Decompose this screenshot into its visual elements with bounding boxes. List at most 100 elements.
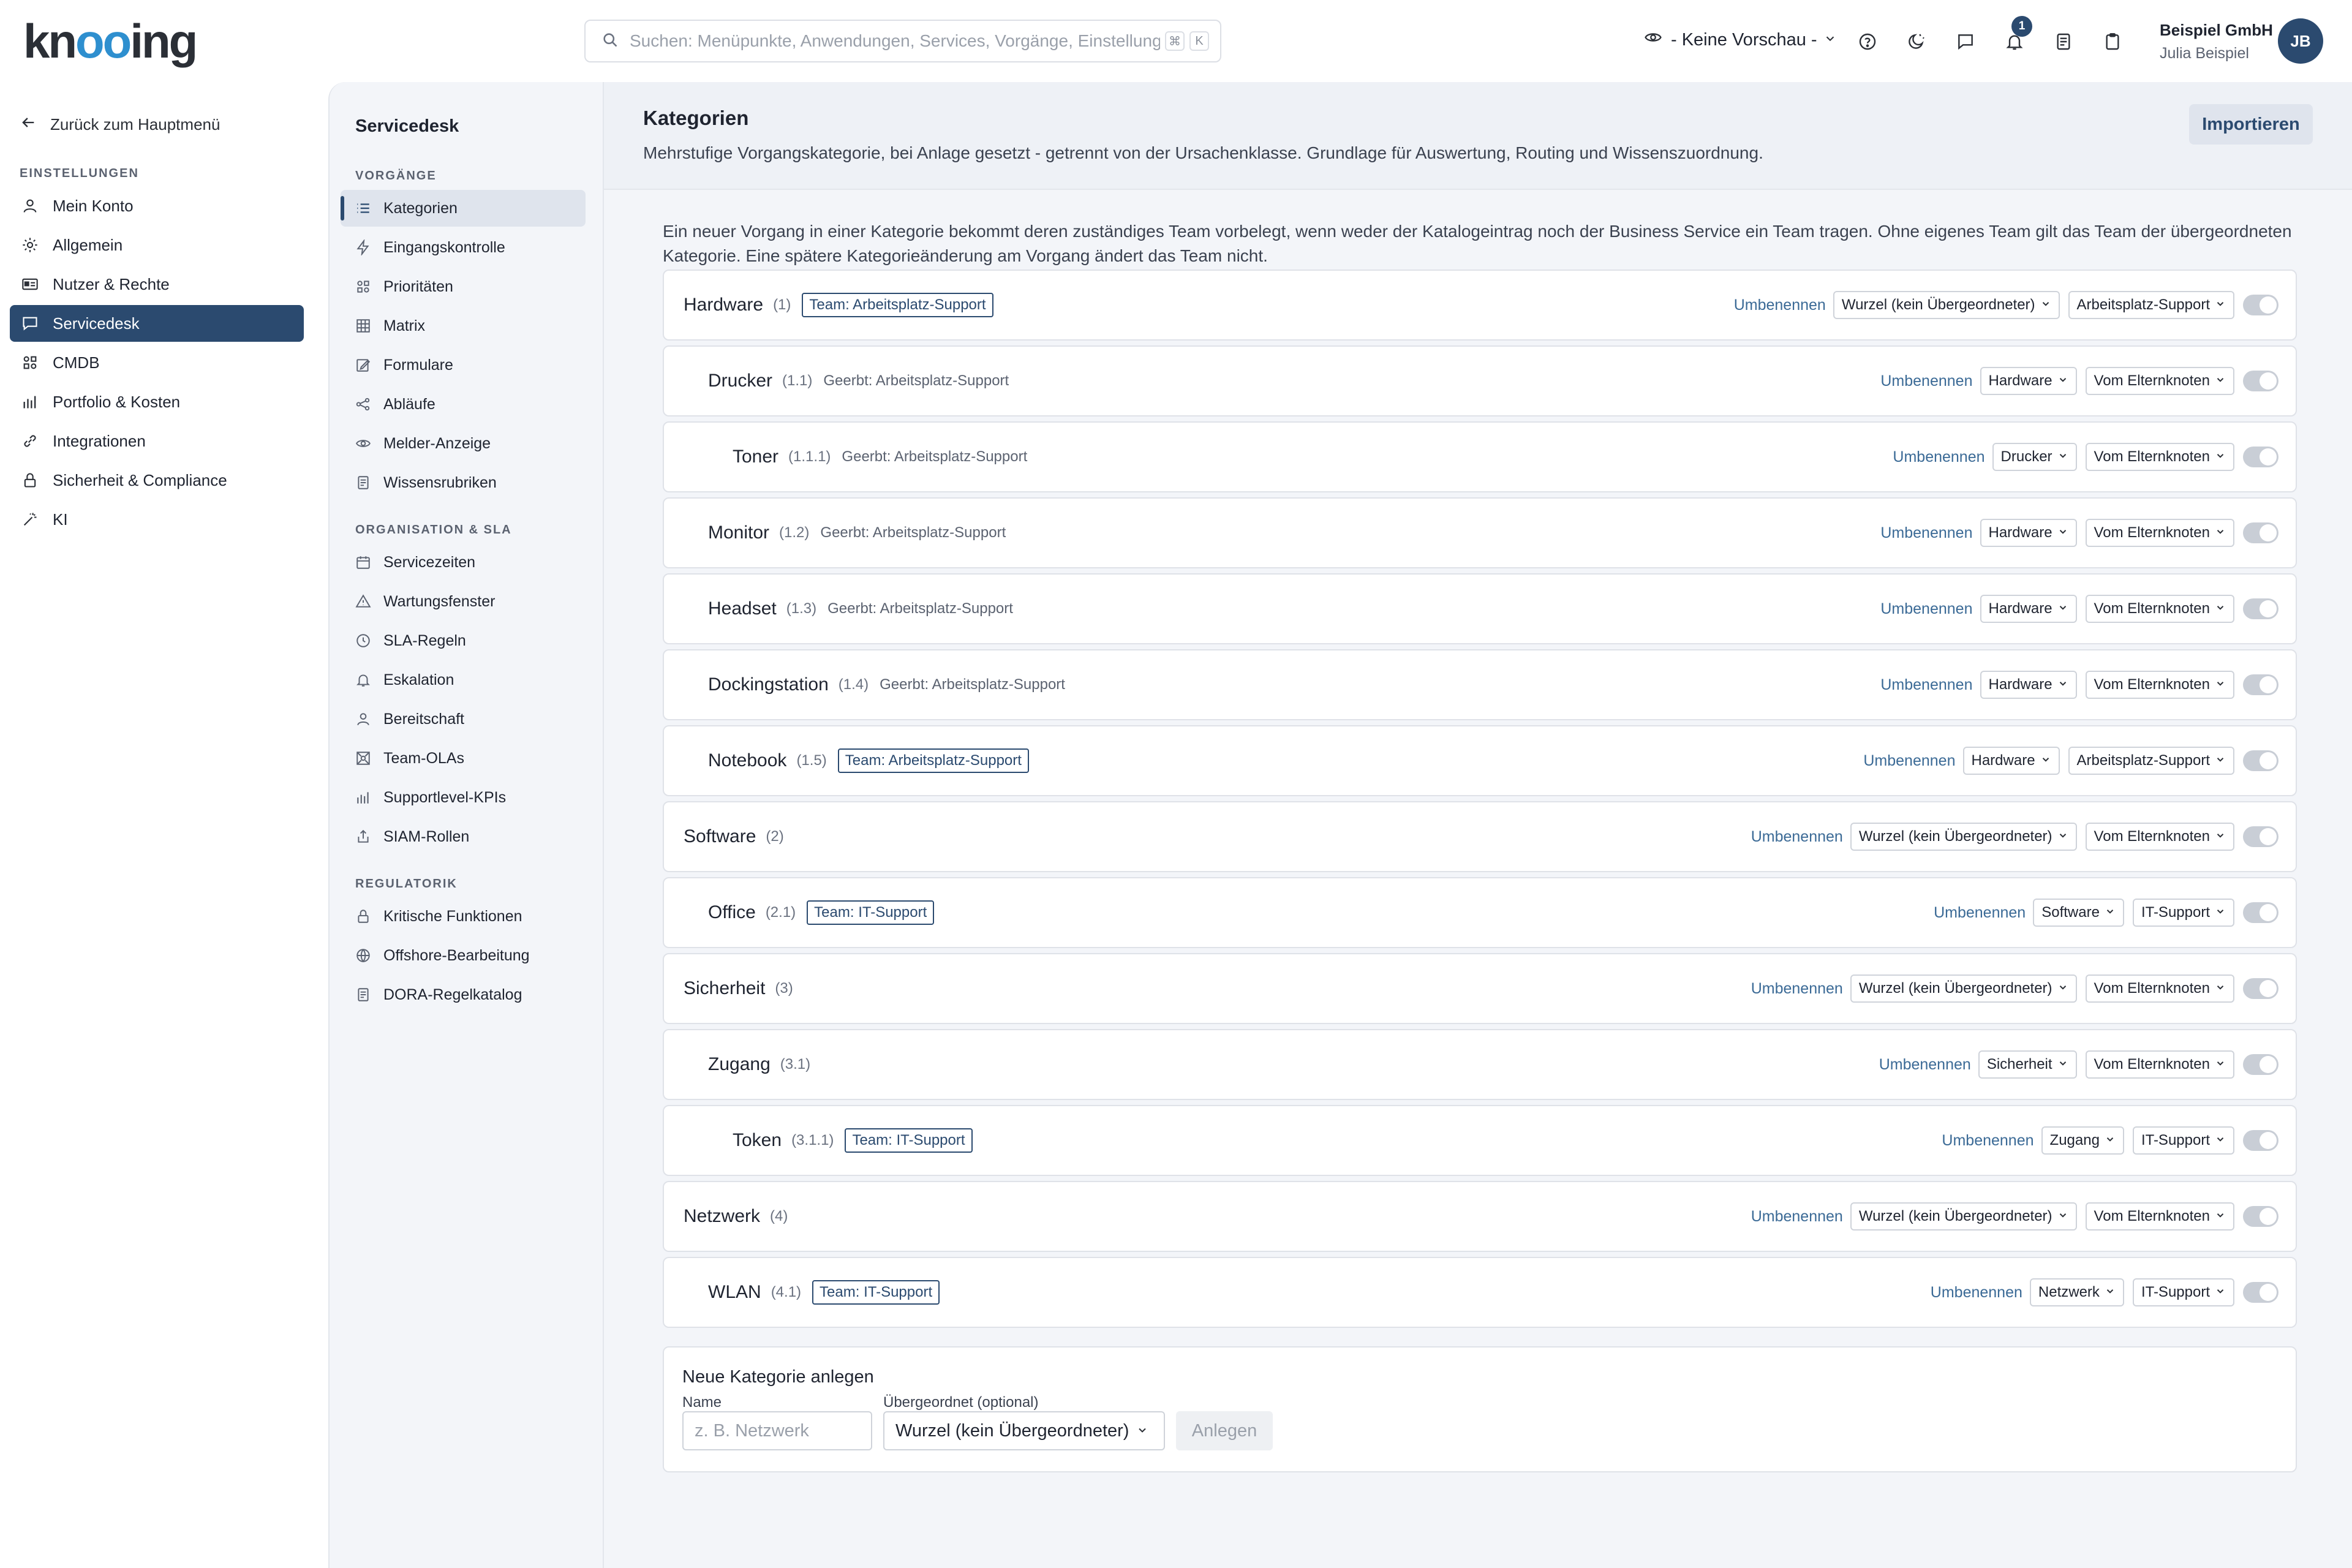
bell-icon[interactable]: 1 (1999, 16, 2032, 56)
parent-select[interactable]: Hardware (1980, 671, 2077, 699)
parent-select[interactable]: Sicherheit (1978, 1050, 2077, 1079)
subnav-item-bereitschaft[interactable]: Bereitschaft (341, 701, 586, 737)
brand-logo[interactable]: knooing (23, 13, 198, 69)
parent-select[interactable]: Zugang (2041, 1126, 2124, 1155)
sidebar-item-servicedesk[interactable]: Servicedesk (10, 305, 304, 342)
clipboard-icon[interactable] (2097, 27, 2128, 56)
active-toggle[interactable] (2243, 1054, 2278, 1075)
rename-link[interactable]: Umbenennen (1863, 752, 1955, 770)
sidebar-item-integrationen[interactable]: Integrationen (10, 423, 304, 459)
sidebar-item-mein-konto[interactable]: Mein Konto (10, 187, 304, 224)
team-select[interactable]: Vom Elternknoten (2085, 367, 2234, 395)
team-select[interactable]: Vom Elternknoten (2085, 823, 2234, 851)
sidebar-item-allgemein[interactable]: Allgemein (10, 227, 304, 263)
subnav-item-servicezeiten[interactable]: Servicezeiten (341, 544, 586, 581)
parent-select[interactable]: Hardware (1980, 595, 2077, 623)
subnav-item-prioritaeten[interactable]: Prioritäten (341, 268, 586, 305)
sidebar-item-portfolio-kosten[interactable]: Portfolio & Kosten (10, 383, 304, 420)
team-select[interactable]: Vom Elternknoten (2085, 1202, 2234, 1231)
active-toggle[interactable] (2243, 371, 2278, 391)
subnav-item-siam-rollen[interactable]: SIAM-Rollen (341, 818, 586, 855)
active-toggle[interactable] (2243, 598, 2278, 619)
active-toggle[interactable] (2243, 1282, 2278, 1303)
team-select[interactable]: Arbeitsplatz-Support (2068, 747, 2234, 775)
subnav-item-offshore-bearbeitung[interactable]: Offshore-Bearbeitung (341, 937, 586, 974)
preview-selector[interactable]: - Keine Vorschau - (1644, 28, 1837, 51)
active-toggle[interactable] (2243, 295, 2278, 315)
subnav-item-ablaeufe[interactable]: Abläufe (341, 386, 586, 423)
subnav-item-team-olas[interactable]: Team-OLAs (341, 740, 586, 777)
rename-link[interactable]: Umbenennen (1880, 600, 1972, 618)
create-button[interactable]: Anlegen (1176, 1411, 1273, 1450)
team-select[interactable]: Vom Elternknoten (2085, 1050, 2234, 1079)
global-search[interactable]: Suchen: Menüpunkte, Anwendungen, Service… (584, 20, 1221, 62)
parent-select[interactable]: Hardware (1980, 519, 2077, 547)
active-toggle[interactable] (2243, 750, 2278, 771)
parent-select[interactable]: Wurzel (kein Übergeordneter) (1833, 291, 2060, 319)
team-select[interactable]: Vom Elternknoten (2085, 974, 2234, 1003)
active-toggle[interactable] (2243, 522, 2278, 543)
active-toggle[interactable] (2243, 1130, 2278, 1151)
team-select[interactable]: Vom Elternknoten (2085, 443, 2234, 471)
avatar[interactable]: JB (2278, 18, 2323, 64)
sidebar-item-ki[interactable]: KI (10, 501, 304, 538)
subnav-item-kategorien[interactable]: Kategorien (341, 190, 586, 227)
subnav-item-kritische-funktionen[interactable]: Kritische Funktionen (341, 898, 586, 935)
rename-link[interactable]: Umbenennen (1751, 1208, 1843, 1226)
category-name-input[interactable]: z. B. Netzwerk (682, 1411, 872, 1450)
messages-icon[interactable] (1950, 27, 1981, 56)
subnav-item-matrix[interactable]: Matrix (341, 307, 586, 344)
parent-select[interactable]: Wurzel (kein Übergeordneter) (1850, 974, 2077, 1003)
subnav-item-sla-regeln[interactable]: SLA-Regeln (341, 622, 586, 659)
parent-select[interactable]: Software (2033, 899, 2124, 927)
subnav-item-eskalation[interactable]: Eskalation (341, 662, 586, 698)
help-icon[interactable] (1852, 27, 1883, 56)
parent-select[interactable]: Wurzel (kein Übergeordneter) (1850, 823, 2077, 851)
active-toggle[interactable] (2243, 978, 2278, 999)
parent-select[interactable]: Hardware (1962, 747, 2060, 775)
subnav-item-dora-regelkatalog[interactable]: DORA-Regelkatalog (341, 976, 586, 1013)
active-toggle[interactable] (2243, 1206, 2278, 1227)
search-input[interactable]: Suchen: Menüpunkte, Anwendungen, Service… (630, 31, 1160, 51)
team-select[interactable]: Vom Elternknoten (2085, 519, 2234, 547)
team-select[interactable]: IT-Support (2132, 899, 2234, 927)
rename-link[interactable]: Umbenennen (1893, 448, 1985, 466)
rename-link[interactable]: Umbenennen (1751, 980, 1843, 998)
subnav-item-melder-anzeige[interactable]: Melder-Anzeige (341, 425, 586, 462)
rename-link[interactable]: Umbenennen (1880, 372, 1972, 390)
active-toggle[interactable] (2243, 826, 2278, 847)
sidebar-item-sicherheit-compliance[interactable]: Sicherheit & Compliance (10, 462, 304, 499)
parent-select[interactable]: Hardware (1980, 367, 2077, 395)
rename-link[interactable]: Umbenennen (1942, 1132, 2034, 1150)
active-toggle[interactable] (2243, 447, 2278, 467)
rename-link[interactable]: Umbenennen (1879, 1056, 1971, 1074)
parent-select[interactable]: Wurzel (kein Übergeordneter) (883, 1411, 1165, 1450)
rename-link[interactable]: Umbenennen (1880, 676, 1972, 694)
rename-link[interactable]: Umbenennen (1934, 904, 2026, 922)
subnav-item-wartungsfenster[interactable]: Wartungsfenster (341, 583, 586, 620)
sidebar-item-nutzer-rechte[interactable]: Nutzer & Rechte (10, 266, 304, 303)
user-info[interactable]: Beispiel GmbH Julia Beispiel (2160, 21, 2273, 62)
rename-link[interactable]: Umbenennen (1880, 524, 1972, 542)
team-select[interactable]: IT-Support (2132, 1278, 2234, 1306)
subnav-item-formulare[interactable]: Formulare (341, 347, 586, 383)
team-select[interactable]: IT-Support (2132, 1126, 2234, 1155)
sidebar-item-cmdb[interactable]: CMDB (10, 344, 304, 381)
active-toggle[interactable] (2243, 902, 2278, 923)
parent-select[interactable]: Wurzel (kein Übergeordneter) (1850, 1202, 2077, 1231)
subnav-item-eingangskontrolle[interactable]: Eingangskontrolle (341, 229, 586, 266)
team-select[interactable]: Arbeitsplatz-Support (2068, 291, 2234, 319)
active-toggle[interactable] (2243, 674, 2278, 695)
theme-toggle-icon[interactable] (1901, 27, 1932, 56)
rename-link[interactable]: Umbenennen (1751, 828, 1843, 846)
back-to-main-menu-link[interactable]: Zurück zum Hauptmenü (20, 114, 220, 135)
rename-link[interactable]: Umbenennen (1734, 296, 1826, 314)
subnav-item-supportlevel-kpis[interactable]: Supportlevel-KPIs (341, 779, 586, 816)
parent-select[interactable]: Drucker (1992, 443, 2077, 471)
parent-select[interactable]: Netzwerk (2029, 1278, 2124, 1306)
document-icon[interactable] (2048, 27, 2079, 56)
import-button[interactable]: Importieren (2189, 104, 2313, 145)
rename-link[interactable]: Umbenennen (1931, 1284, 2022, 1302)
team-select[interactable]: Vom Elternknoten (2085, 595, 2234, 623)
team-select[interactable]: Vom Elternknoten (2085, 671, 2234, 699)
